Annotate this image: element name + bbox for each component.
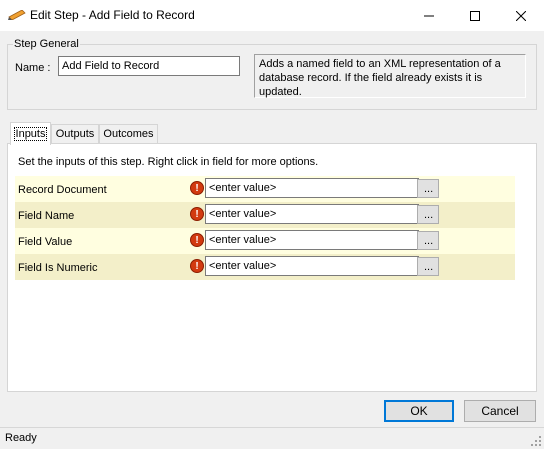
tab-outputs[interactable]: Outputs	[51, 124, 99, 143]
status-bar: Ready	[0, 427, 544, 449]
window-title: Edit Step - Add Field to Record	[30, 8, 195, 22]
status-text: Ready	[5, 432, 37, 444]
name-label: Name :	[15, 62, 51, 74]
step-general-label: Step General	[13, 38, 80, 50]
close-icon	[516, 10, 526, 21]
name-input[interactable]	[58, 56, 240, 76]
inputs-instructions: Set the inputs of this step. Right click…	[18, 156, 319, 168]
minimize-icon	[424, 15, 434, 16]
browse-button[interactable]: ...	[417, 231, 439, 250]
tab-inputs-label: Inputs	[13, 127, 48, 141]
title-bar: Edit Step - Add Field to Record	[0, 0, 544, 31]
tab-inputs[interactable]: Inputs	[10, 122, 51, 145]
warning-icon: !	[190, 259, 204, 273]
input-row: Field Name ! ...	[15, 202, 515, 228]
tab-outputs-label: Outputs	[55, 128, 95, 140]
warning-icon: !	[190, 207, 204, 221]
input-row-label: Field Name	[18, 210, 75, 222]
resize-grip-icon[interactable]	[531, 436, 541, 446]
maximize-icon	[470, 10, 480, 21]
input-row: Record Document ! ...	[15, 176, 515, 202]
pencil-icon	[8, 10, 26, 20]
close-button[interactable]	[498, 0, 544, 31]
cancel-button[interactable]: Cancel	[464, 400, 536, 422]
warning-icon: !	[190, 181, 204, 195]
browse-button[interactable]: ...	[417, 205, 439, 224]
browse-button[interactable]: ...	[417, 257, 439, 276]
ok-button[interactable]: OK	[384, 400, 454, 422]
input-row-label: Field Is Numeric	[18, 262, 98, 274]
input-row: Field Is Numeric ! ...	[15, 254, 515, 280]
step-description: Adds a named field to an XML representat…	[254, 54, 526, 98]
input-row: Field Value ! ...	[15, 228, 515, 254]
input-row-label: Record Document	[18, 184, 107, 196]
input-row-value[interactable]	[205, 256, 419, 276]
input-row-value[interactable]	[205, 204, 419, 224]
tab-outcomes[interactable]: Outcomes	[99, 124, 158, 143]
warning-icon: !	[190, 233, 204, 247]
tab-outcomes-label: Outcomes	[103, 128, 154, 140]
input-row-label: Field Value	[18, 236, 73, 248]
input-row-value[interactable]	[205, 178, 419, 198]
input-row-value[interactable]	[205, 230, 419, 250]
minimize-button[interactable]	[406, 0, 452, 31]
maximize-button[interactable]	[452, 0, 498, 31]
browse-button[interactable]: ...	[417, 179, 439, 198]
